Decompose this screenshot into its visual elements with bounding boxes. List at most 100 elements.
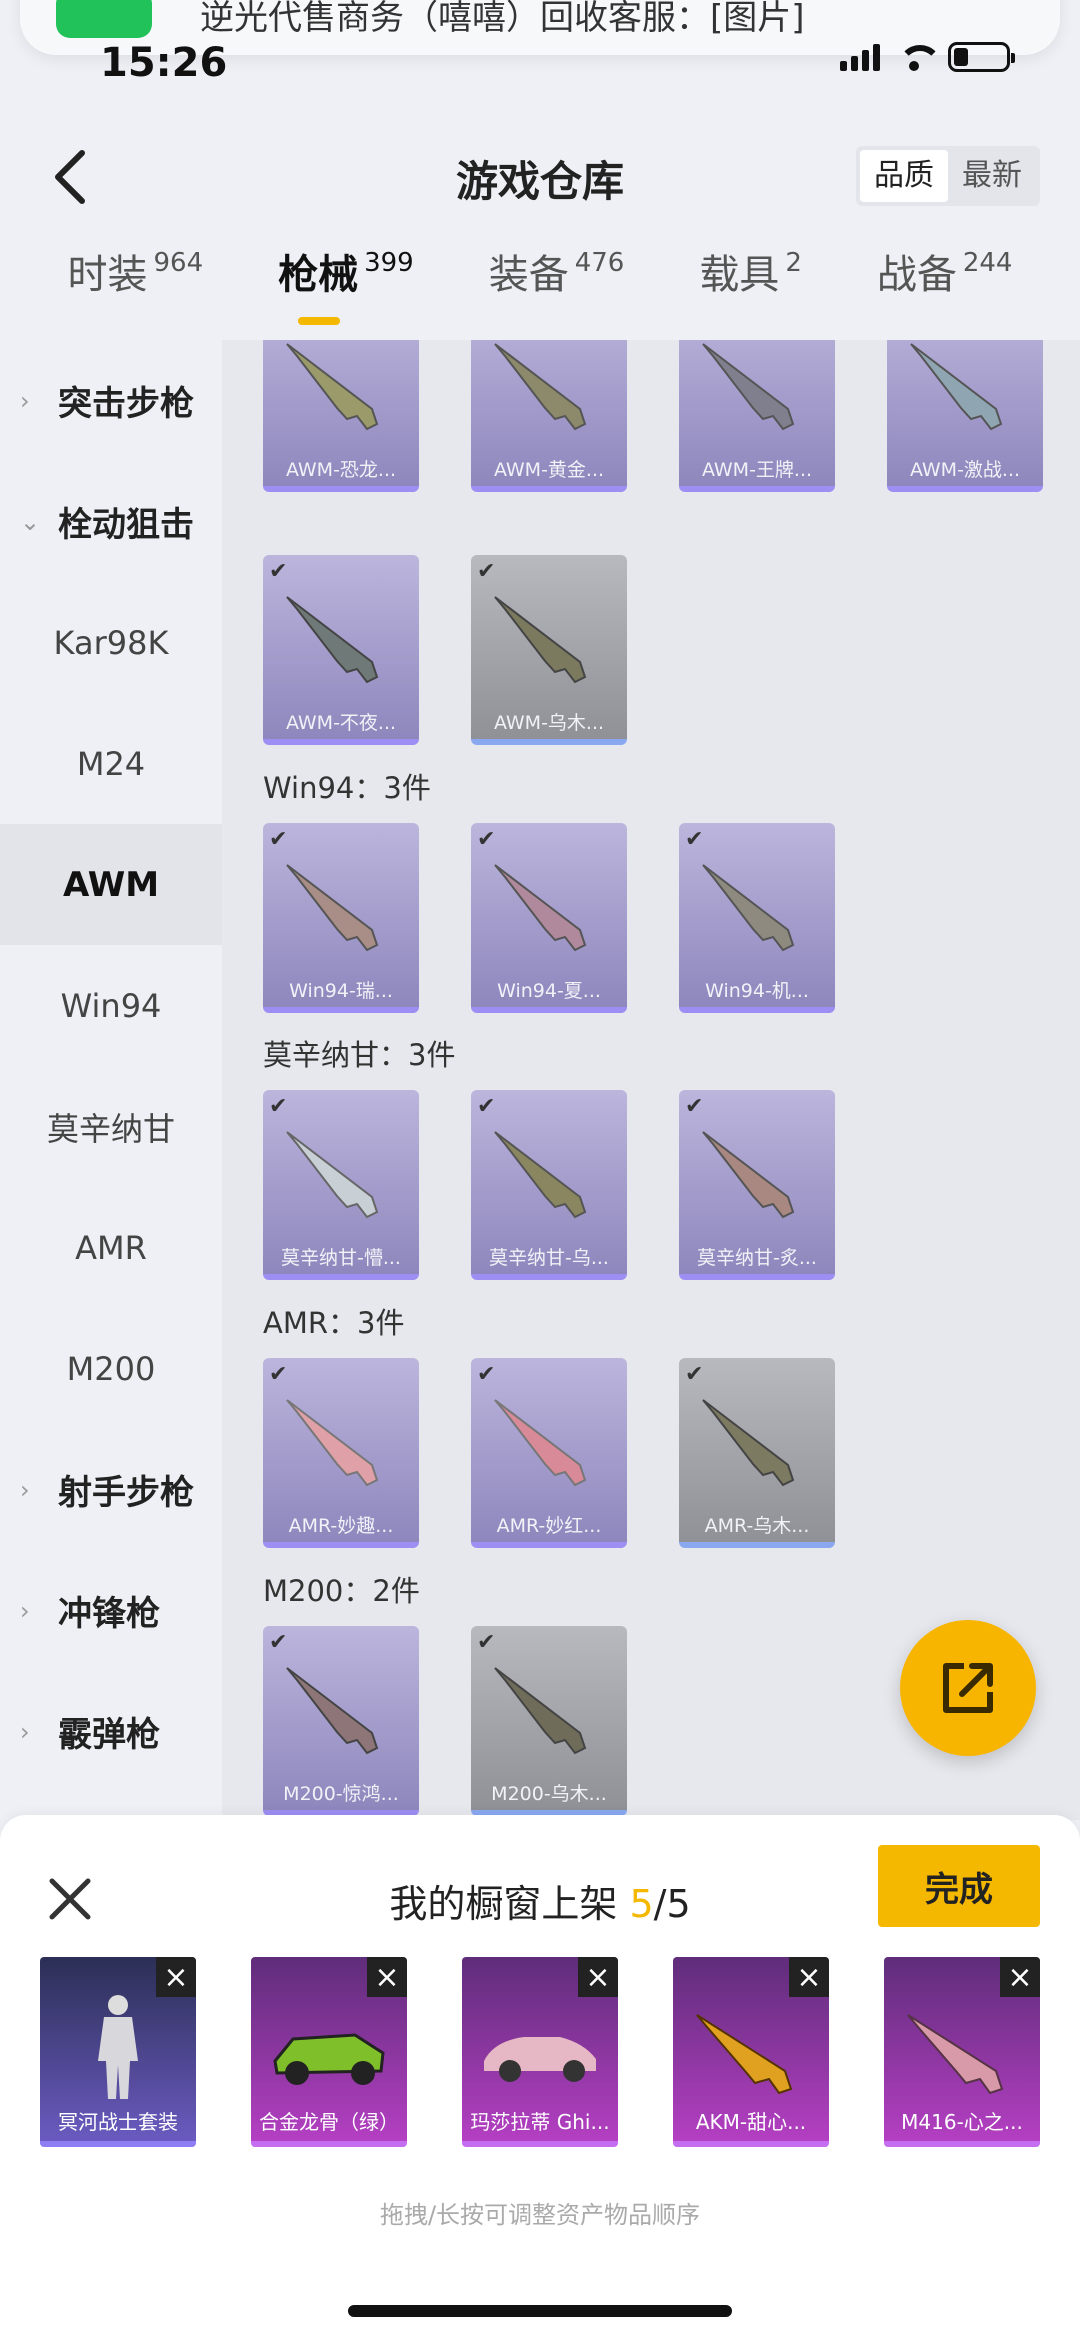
chevron-right-icon: › [20,1596,30,1625]
rifle-icon [286,1131,379,1219]
signal-icon [840,43,880,71]
item-card[interactable]: AWM-恐龙... [263,340,419,492]
sidebar-label: 突击步枪 [58,384,194,424]
item-name: AWM-王牌... [701,459,813,481]
chevron-right-icon: › [20,1475,30,1504]
sidebar-label: 射手步枪 [58,1473,194,1513]
done-button[interactable]: 完成 [878,1845,1040,1927]
item-card[interactable]: ✔ Win94-夏... [471,823,627,1013]
shelf-item[interactable]: × 冥河战士套装 [40,1957,196,2147]
rifle-icon [286,1399,379,1487]
tab-equipment[interactable]: 装备 476 [489,245,625,335]
close-icon: × [796,1959,822,1995]
sort-by-newest[interactable]: 最新 [948,150,1036,202]
share-button[interactable] [900,1620,1036,1756]
sidebar-group-dmr[interactable]: › 射手步枪 [0,1429,222,1550]
tab-label: 载具 [699,252,780,298]
shelf-item[interactable]: × AKM-甜心... [673,1957,829,2147]
remove-item-button[interactable]: × [578,1957,618,1997]
shelf-item[interactable]: × M416-心之... [884,1957,1040,2147]
close-icon: × [163,1959,189,1995]
remove-item-button[interactable]: × [367,1957,407,1997]
tab-vehicles[interactable]: 载具 2 [699,245,802,335]
notification-text: 逆光代售商务（嘻嘻）回收客服：[图片] [200,0,805,38]
tab-outfits[interactable]: 时装 964 [67,245,203,335]
sidebar-group-smg[interactable]: › 冲锋枪 [0,1550,222,1671]
item-name: 合金龙骨（绿） [259,2110,399,2134]
item-card[interactable]: ✔ 莫辛纳甘-懵... [263,1090,419,1280]
sidebar-item-kar98k[interactable]: Kar98K [0,582,222,703]
sort-by-quality[interactable]: 品质 [860,150,948,202]
sidebar-group-shotgun[interactable]: › 霰弹枪 [0,1671,222,1792]
tab-label: 战备 [876,252,957,298]
item-card[interactable]: ✔ M200-惊鸿... [263,1626,419,1816]
rifle-icon [696,2014,793,2095]
item-name: 莫辛纳甘-乌... [489,1247,609,1269]
tab-count: 964 [153,248,204,278]
sidebar-item-mosin[interactable]: 莫辛纳甘 [0,1066,222,1187]
item-name: M200-惊鸿... [283,1783,399,1805]
item-name: AMR-妙趣... [288,1515,394,1537]
item-name: 冥河战士套装 [58,2110,178,2134]
item-card[interactable]: ✔ M200-乌木... [471,1626,627,1816]
remove-item-button[interactable]: × [156,1957,196,1997]
shelf-item[interactable]: × 合金龙骨（绿） [251,1957,407,2147]
tab-supplies[interactable]: 战备 244 [877,245,1013,335]
sidebar-item-win94[interactable]: Win94 [0,945,222,1066]
category-tabs: 时装 964 枪械 399 装备 476 载具 2 战备 244 [0,245,1080,335]
item-card[interactable]: ✔ Win94-瑞... [263,823,419,1013]
status-time: 15:26 [100,40,228,86]
item-card[interactable]: ✔ AWM-不夜... [263,555,419,745]
item-card[interactable]: ✔ Win94-机... [679,823,835,1013]
tab-guns[interactable]: 枪械 399 [278,245,414,335]
item-card[interactable]: AWM-王牌... [679,340,835,492]
remove-item-button[interactable]: × [789,1957,829,1997]
item-name: Win94-机... [705,980,809,1002]
rifle-icon [286,1667,379,1755]
sidebar-item-awm[interactable]: AWM [0,824,222,945]
battery-icon [948,42,1015,72]
item-card[interactable]: ✔ 莫辛纳甘-乌... [471,1090,627,1280]
sidebar-item-amr[interactable]: AMR [0,1187,222,1308]
rifle-icon [286,864,379,952]
section-title-m200: M200：2件 [263,1574,420,1608]
close-panel-button[interactable] [44,1873,96,1925]
close-icon: × [1007,1959,1033,1995]
item-name: AWM-激战... [909,459,1021,481]
home-indicator[interactable] [348,2305,732,2317]
showcase-panel: 我的橱窗上架 5/5 完成 × 冥河战士套装 × 合金龙骨（绿） × 玛莎拉蒂 … [0,1815,1080,2337]
item-card[interactable]: ✔ AMR-妙趣... [263,1358,419,1548]
item-name: Win94-瑞... [289,980,393,1002]
tab-label: 时装 [67,252,148,298]
item-name: AWM-黄金... [493,459,605,481]
item-card[interactable]: AWM-黄金... [471,340,627,492]
vehicle-icon [273,2033,385,2085]
sidebar-group-assault-rifle[interactable]: › 突击步枪 [0,340,222,461]
wifi-icon [894,43,942,71]
sidebar-label: 栓动狙击 [58,505,194,545]
remove-item-button[interactable]: × [1000,1957,1040,1997]
section-title-mosin: 莫辛纳甘：3件 [263,1038,456,1072]
rifle-icon [702,1399,795,1487]
item-card[interactable]: ✔ AWM-乌木... [471,555,627,745]
shelf-item[interactable]: × 玛莎拉蒂 Ghi... [462,1957,618,2147]
item-card[interactable]: ✔ AMR-妙红... [471,1358,627,1548]
chevron-down-icon: ⌄ [20,507,41,536]
sidebar-group-bolt-sniper[interactable]: ⌄ 栓动狙击 [0,461,222,582]
item-card[interactable]: AWM-激战... [887,340,1043,492]
tab-label: 枪械 [278,252,359,298]
header: 游戏仓库 品质 最新 [0,120,1080,230]
rifle-icon [494,864,587,952]
item-card[interactable]: ✔ AMR-乌木... [679,1358,835,1548]
item-name: AMR-妙红... [496,1515,602,1537]
rifle-icon [286,343,379,431]
sidebar-item-m24[interactable]: M24 [0,703,222,824]
item-card[interactable]: ✔ 莫辛纳甘-炙... [679,1090,835,1280]
sidebar-item-m200[interactable]: M200 [0,1308,222,1429]
outfit-figure-icon [98,1995,138,2099]
chevron-right-icon: › [20,1717,30,1746]
weapon-category-sidebar: › 突击步枪 ⌄ 栓动狙击 Kar98K M24 AWM Win94 莫辛纳甘 AM… [0,340,222,1820]
back-button[interactable] [40,142,100,212]
tab-count: 399 [364,248,414,278]
item-name: AMR-乌木... [704,1515,810,1537]
